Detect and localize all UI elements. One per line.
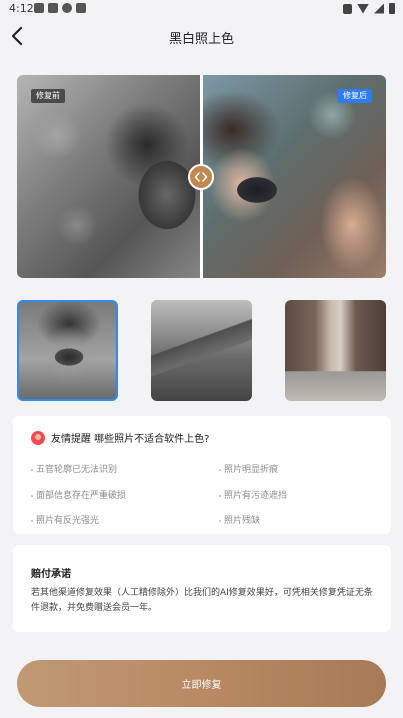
- before-after-compare[interactable]: 修复前 修复后: [17, 75, 386, 278]
- vibrate-icon: [343, 3, 352, 14]
- sample-thumbnail-girl-camera[interactable]: [17, 300, 118, 401]
- lightbulb-icon: [31, 430, 45, 445]
- tip-item: 照片有反光强光: [31, 513, 99, 526]
- notification-icon: [48, 3, 58, 13]
- sample-thumbnail-great-wall[interactable]: [151, 300, 252, 401]
- after-tag: 修复后: [338, 89, 372, 103]
- tip-item: 照片明显折痕: [219, 462, 278, 475]
- notification-icon: [34, 3, 44, 13]
- tips-header: 友情提醒 哪些照片不适合软件上色?: [31, 430, 210, 445]
- status-time: 4:12: [9, 2, 34, 15]
- sample-thumbnail-old-street[interactable]: [285, 300, 386, 401]
- tip-item: 照片有污迹遮挡: [219, 488, 287, 501]
- nav-bar: 黑白照上色: [0, 18, 403, 54]
- after-image: [202, 75, 386, 278]
- before-image: [17, 75, 201, 278]
- wifi-icon: [357, 3, 369, 14]
- tip-item: 照片残缺: [219, 513, 260, 526]
- message-icon: [62, 3, 72, 13]
- tips-title: 友情提醒 哪些照片不适合软件上色?: [51, 434, 210, 445]
- battery-icon: [389, 3, 395, 14]
- compare-slider-handle[interactable]: [188, 164, 214, 190]
- status-notifications: [34, 3, 86, 13]
- status-bar: 4:12: [0, 0, 403, 18]
- left-right-arrows-icon: [194, 172, 208, 182]
- compensation-promise-card: 赔付承诺 若其他渠道修复效果（人工精修除外）比我们的AI修复效果好，可凭相关修复…: [13, 545, 391, 632]
- promise-text: 若其他渠道修复效果（人工精修除外）比我们的AI修复效果好，可凭相关修复凭证无条件…: [31, 588, 373, 613]
- page-title: 黑白照上色: [168, 32, 234, 47]
- promise-title: 赔付承诺: [31, 569, 71, 580]
- repair-now-button[interactable]: 立即修复: [17, 660, 386, 707]
- tip-item: 五官轮廓已无法识别: [31, 462, 117, 475]
- tips-card: 友情提醒 哪些照片不适合软件上色? 五官轮廓已无法识别 照片明显折痕 面部信息存…: [13, 416, 391, 534]
- before-tag: 修复前: [31, 89, 65, 103]
- signal-icon: [374, 3, 384, 14]
- status-system-icons: [343, 3, 395, 14]
- tip-item: 面部信息存在严重破损: [31, 488, 126, 501]
- notification-icon: [76, 3, 86, 13]
